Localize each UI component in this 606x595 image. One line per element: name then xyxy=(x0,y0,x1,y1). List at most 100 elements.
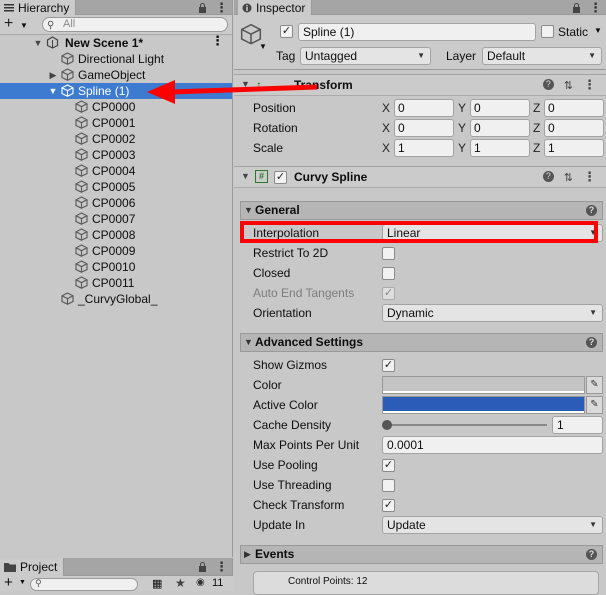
inspector-tab[interactable]: Inspector xyxy=(238,0,313,15)
create-plus-icon[interactable]: + xyxy=(4,574,13,591)
tree-item-label: CP0011 xyxy=(92,276,135,290)
favorites-star-icon[interactable]: ★ xyxy=(175,576,186,590)
create-dropdown-icon[interactable]: ▼ xyxy=(19,579,26,586)
collapsed-arrow-icon[interactable]: ▶ xyxy=(244,546,251,563)
slider-track xyxy=(386,424,547,426)
rotation-x-field[interactable]: 0 xyxy=(394,119,454,137)
show-gizmos-checkbox[interactable]: ✓ xyxy=(382,359,395,372)
panel-menu-icon[interactable]: ⋮ xyxy=(589,1,602,14)
scale-y-field[interactable]: 1 xyxy=(470,139,530,157)
events-title: Events xyxy=(255,547,295,561)
tree-item-scene[interactable]: ▼ New Scene 1* ⋮ xyxy=(0,34,232,51)
expand-arrow-icon[interactable]: ▼ xyxy=(244,202,253,219)
help-icon[interactable]: ? xyxy=(542,79,554,90)
slider-knob[interactable] xyxy=(382,420,392,430)
presets-icon[interactable]: ⇅ xyxy=(564,79,573,92)
curvy-spline-component-header[interactable]: ▼ # ✓ Curvy Spline ? ⇅ ⋮ xyxy=(234,166,606,188)
eyedropper-icon[interactable]: ✎ xyxy=(586,376,603,394)
eyedropper-icon[interactable]: ✎ xyxy=(586,396,603,414)
tree-item-cp[interactable]: CP0006 xyxy=(0,195,232,211)
general-title: General xyxy=(255,203,300,217)
create-plus-icon[interactable]: + xyxy=(4,16,13,32)
position-z-field[interactable]: 0 xyxy=(544,99,604,117)
layer-dropdown[interactable]: Default xyxy=(482,47,602,65)
tree-item-curvy-global[interactable]: _CurvyGlobal_ xyxy=(0,291,232,307)
tree-item-directional-light[interactable]: Directional Light xyxy=(0,51,232,67)
expand-arrow-icon[interactable]: ▼ xyxy=(241,171,250,181)
scale-z-field[interactable]: 1 xyxy=(544,139,604,157)
presets-icon[interactable]: ⇅ xyxy=(564,171,573,184)
component-menu-icon[interactable]: ⋮ xyxy=(583,170,596,184)
position-x-field[interactable]: 0 xyxy=(394,99,454,117)
object-header: ▼ ✓ Spline (1) Static ▼ Tag Untagged Lay… xyxy=(234,15,606,70)
color-swatch[interactable] xyxy=(382,376,585,394)
help-icon[interactable]: ? xyxy=(586,205,597,216)
lock-icon[interactable] xyxy=(198,562,207,572)
tree-item-cp[interactable]: CP0007 xyxy=(0,211,232,227)
help-icon[interactable]: ? xyxy=(542,171,554,182)
create-dropdown-icon[interactable]: ▼ xyxy=(20,21,28,30)
tree-item-cp[interactable]: CP0009 xyxy=(0,243,232,259)
panel-menu-icon[interactable]: ⋮ xyxy=(215,1,228,14)
filter-by-type-icon[interactable]: ▦ xyxy=(152,577,162,590)
expand-arrow-icon[interactable]: ▼ xyxy=(33,35,43,51)
tree-item-cp[interactable]: CP0004 xyxy=(0,163,232,179)
cache-density-slider[interactable] xyxy=(382,416,547,434)
help-icon[interactable]: ? xyxy=(586,337,597,348)
lock-icon[interactable] xyxy=(572,2,581,13)
tree-item-cp[interactable]: CP0010 xyxy=(0,259,232,275)
scene-menu-icon[interactable]: ⋮ xyxy=(211,34,224,47)
cache-density-field[interactable]: 1 xyxy=(552,416,603,434)
general-section-header[interactable]: ▼ General ? xyxy=(240,201,603,220)
static-dropdown-icon[interactable]: ▼ xyxy=(594,26,602,35)
use-threading-checkbox[interactable] xyxy=(382,479,395,492)
tag-dropdown[interactable]: Untagged xyxy=(300,47,431,65)
active-checkbox[interactable]: ✓ xyxy=(280,25,293,38)
active-color-swatch[interactable] xyxy=(382,396,585,414)
lock-icon[interactable] xyxy=(198,2,207,13)
info-icon xyxy=(242,3,252,13)
scale-x-field[interactable]: 1 xyxy=(394,139,454,157)
collapsed-arrow-icon[interactable]: ▶ xyxy=(48,67,58,83)
inspector-tab-label: Inspector xyxy=(256,0,306,15)
help-icon[interactable]: ? xyxy=(586,549,597,560)
tree-item-cp[interactable]: CP0008 xyxy=(0,227,232,243)
tree-item-label: CP0003 xyxy=(92,148,136,162)
tree-item-cp[interactable]: CP0002 xyxy=(0,131,232,147)
position-y-field[interactable]: 0 xyxy=(470,99,530,117)
control-points-text: Control Points: 12 xyxy=(288,576,368,587)
rotation-y-field[interactable]: 0 xyxy=(470,119,530,137)
orientation-dropdown[interactable]: Dynamic xyxy=(382,304,603,322)
hierarchy-tab[interactable]: Hierarchy xyxy=(0,0,77,15)
scale-label: Scale xyxy=(253,141,284,155)
auto-end-tangents-label: Auto End Tangents xyxy=(253,286,355,300)
static-checkbox[interactable] xyxy=(541,25,554,38)
hierarchy-search-input[interactable]: ⚲ All xyxy=(42,17,228,32)
component-enabled-checkbox[interactable]: ✓ xyxy=(274,171,287,184)
restrict-2d-label: Restrict To 2D xyxy=(253,246,329,260)
check-transform-checkbox[interactable]: ✓ xyxy=(382,499,395,512)
closed-checkbox[interactable] xyxy=(382,267,395,280)
hidden-eye-icon[interactable]: ◉ xyxy=(196,577,205,588)
rotation-z-field[interactable]: 0 xyxy=(544,119,604,137)
component-menu-icon[interactable]: ⋮ xyxy=(583,78,596,92)
use-pooling-checkbox[interactable]: ✓ xyxy=(382,459,395,472)
tree-item-label: CP0009 xyxy=(92,244,136,258)
update-in-dropdown[interactable]: Update xyxy=(382,516,603,534)
project-search-input[interactable]: ⚲ xyxy=(30,578,138,591)
axis-y-label: Y xyxy=(458,141,467,155)
advanced-settings-section-header[interactable]: ▼ Advanced Settings ? xyxy=(240,333,603,352)
tree-item-cp[interactable]: CP0003 xyxy=(0,147,232,163)
max-points-field[interactable]: 0.0001 xyxy=(382,436,603,454)
tree-item-cp[interactable]: CP0011 xyxy=(0,275,232,291)
events-section-header[interactable]: ▶ Events ? xyxy=(240,545,603,564)
object-name-field[interactable]: Spline (1) xyxy=(298,23,536,41)
tree-item-cp[interactable]: CP0001 xyxy=(0,115,232,131)
restrict-2d-checkbox[interactable] xyxy=(382,247,395,260)
expand-arrow-icon[interactable]: ▼ xyxy=(48,83,58,99)
icon-dropdown-icon[interactable]: ▼ xyxy=(259,42,267,51)
tree-item-cp[interactable]: CP0005 xyxy=(0,179,232,195)
tag-label: Tag xyxy=(276,49,296,63)
panel-menu-icon[interactable]: ⋮ xyxy=(215,560,228,573)
expand-arrow-icon[interactable]: ▼ xyxy=(244,334,253,351)
